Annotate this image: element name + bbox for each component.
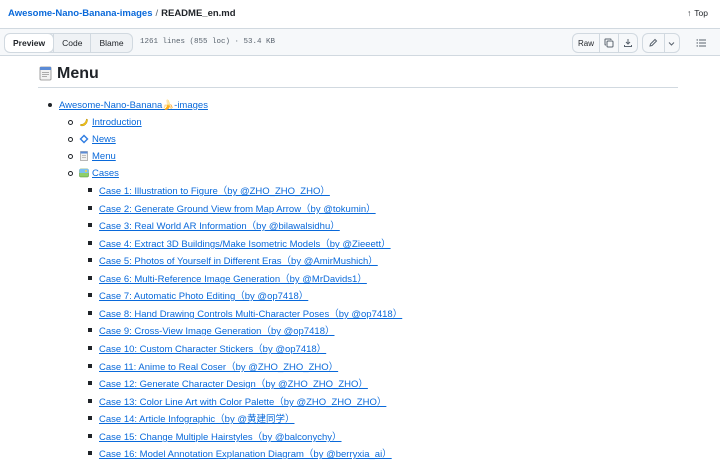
list-bullet xyxy=(68,154,73,159)
case-link[interactable]: Case 5: Photos of Yourself in Different … xyxy=(99,253,378,267)
toc-item-case[interactable]: Case 11: Anime to Real Coser（by @ZHO_ZHO… xyxy=(99,359,338,373)
toc-item-case[interactable]: Case 15: Change Multiple Hairstyles（by @… xyxy=(99,429,342,443)
breadcrumb-file: README_en.md xyxy=(161,8,236,19)
case-link[interactable]: Case 2: Generate Ground View from Map Ar… xyxy=(99,201,376,215)
list-bullet xyxy=(88,223,92,227)
toc-link[interactable]: Menu xyxy=(92,151,116,162)
tab-blame[interactable]: Blame xyxy=(90,34,131,52)
toc-link[interactable]: Cases xyxy=(92,168,119,179)
toc-item-case[interactable]: Case 7: Automatic Photo Editing（by @op74… xyxy=(99,288,308,302)
toc-item-cases[interactable]: Cases xyxy=(79,166,119,180)
outline-list-icon[interactable] xyxy=(696,38,706,48)
case-link[interactable]: Case 4: Extract 3D Buildings/Make Isomet… xyxy=(99,236,391,250)
breadcrumb-separator: / xyxy=(155,8,159,19)
toc-link[interactable]: Introduction xyxy=(92,117,142,128)
toc-item-case[interactable]: Case 2: Generate Ground View from Map Ar… xyxy=(99,201,376,215)
case-link[interactable]: Case 3: Real World AR Information（by @bi… xyxy=(99,218,340,232)
tab-preview[interactable]: Preview xyxy=(5,34,54,52)
edit-button[interactable] xyxy=(643,34,664,52)
toc-item-case[interactable]: Case 16: Model Annotation Explanation Di… xyxy=(99,446,392,460)
toc-item-case[interactable]: Case 14: Article Infographic（by @黄建同学） xyxy=(99,411,295,425)
list-bullet xyxy=(88,241,92,245)
diamond-icon xyxy=(79,134,89,144)
case-link[interactable]: Case 1: Illustration to Figure（by @ZHO_Z… xyxy=(99,183,330,197)
toc-item-case[interactable]: Case 4: Extract 3D Buildings/Make Isomet… xyxy=(99,236,391,250)
raw-button[interactable]: Raw xyxy=(573,34,599,52)
document-icon xyxy=(39,66,52,81)
chevron-down-icon xyxy=(669,41,675,46)
case-link[interactable]: Case 8: Hand Drawing Controls Multi-Char… xyxy=(99,306,402,320)
list-bullet xyxy=(88,206,92,210)
back-to-top-link[interactable]: ↑ Top xyxy=(687,8,708,18)
image-icon xyxy=(79,168,89,178)
list-bullet xyxy=(88,258,92,262)
list-bullet xyxy=(88,276,92,280)
case-link[interactable]: Case 7: Automatic Photo Editing（by @op74… xyxy=(99,288,308,302)
toc-root-link[interactable]: Awesome-Nano-Banana🍌-images xyxy=(59,100,208,111)
toc-item-case[interactable]: Case 6: Multi-Reference Image Generation… xyxy=(99,271,367,285)
case-link[interactable]: Case 13: Color Line Art with Color Palet… xyxy=(99,394,386,408)
toc-item-case[interactable]: Case 13: Color Line Art with Color Palet… xyxy=(99,394,386,408)
toc-item-case[interactable]: Case 8: Hand Drawing Controls Multi-Char… xyxy=(99,306,402,320)
case-link[interactable]: Case 14: Article Infographic（by @黄建同学） xyxy=(99,411,295,425)
list-bullet xyxy=(68,120,73,125)
arrow-up-icon: ↑ xyxy=(687,8,692,18)
edit-dropdown-button[interactable] xyxy=(663,34,679,52)
file-header: Awesome-Nano-Banana-images / README_en.md … xyxy=(0,0,720,28)
file-toolbar: Preview Code Blame 1261 lines (855 loc) … xyxy=(0,28,720,56)
readme-content: Menu xyxy=(38,62,678,88)
banana-icon xyxy=(80,118,88,127)
view-mode-switch: Preview Code Blame xyxy=(4,33,133,53)
case-link[interactable]: Case 11: Anime to Real Coser（by @ZHO_ZHO… xyxy=(99,359,338,373)
case-link[interactable]: Case 15: Change Multiple Hairstyles（by @… xyxy=(99,429,342,443)
download-icon xyxy=(624,39,632,47)
page-title: Menu xyxy=(57,64,99,82)
list-bullet xyxy=(88,346,92,350)
breadcrumb: Awesome-Nano-Banana-images / README_en.md xyxy=(8,8,236,19)
toc-root-item[interactable]: Awesome-Nano-Banana🍌-images xyxy=(59,98,208,112)
toc-link[interactable]: News xyxy=(92,134,116,145)
case-link[interactable]: Case 9: Cross-View Image Generation（by @… xyxy=(99,323,334,337)
list-bullet xyxy=(88,328,92,332)
raw-actions-group: Raw xyxy=(571,33,638,53)
list-bullet xyxy=(88,416,92,420)
toc-item-case[interactable]: Case 10: Custom Character Stickers（by @o… xyxy=(99,341,326,355)
file-info: 1261 lines (855 loc) · 53.4 KB xyxy=(140,38,276,46)
toc-item-menu[interactable]: Menu xyxy=(79,149,116,163)
list-bullet xyxy=(88,293,92,297)
copy-icon xyxy=(604,38,614,48)
pencil-icon xyxy=(649,38,658,47)
toc-item-case[interactable]: Case 5: Photos of Yourself in Different … xyxy=(99,253,378,267)
back-to-top-label: Top xyxy=(694,8,708,18)
menu-heading: Menu xyxy=(38,62,678,88)
case-link[interactable]: Case 12: Generate Character Design（by @Z… xyxy=(99,376,368,390)
toc-item-case[interactable]: Case 1: Illustration to Figure（by @ZHO_Z… xyxy=(99,183,330,197)
toc-item-introduction[interactable]: Introduction xyxy=(79,115,142,129)
case-link[interactable]: Case 16: Model Annotation Explanation Di… xyxy=(99,446,392,460)
list-bullet xyxy=(48,103,52,107)
list-bullet xyxy=(68,137,73,142)
toc-item-case[interactable]: Case 12: Generate Character Design（by @Z… xyxy=(99,376,368,390)
case-link[interactable]: Case 6: Multi-Reference Image Generation… xyxy=(99,271,367,285)
tab-code[interactable]: Code xyxy=(53,34,90,52)
list-bullet xyxy=(88,399,92,403)
download-button[interactable] xyxy=(618,34,637,52)
list-bullet xyxy=(88,311,92,315)
toc-item-news[interactable]: News xyxy=(79,132,116,146)
list-bullet xyxy=(88,364,92,368)
list-bullet xyxy=(88,451,92,455)
edit-group xyxy=(642,33,680,53)
toc-item-case[interactable]: Case 3: Real World AR Information（by @bi… xyxy=(99,218,340,232)
breadcrumb-repo-link[interactable]: Awesome-Nano-Banana-images xyxy=(8,8,152,19)
list-bullet xyxy=(88,188,92,192)
list-bullet xyxy=(88,381,92,385)
toc-item-case[interactable]: Case 9: Cross-View Image Generation（by @… xyxy=(99,323,334,337)
case-link[interactable]: Case 10: Custom Character Stickers（by @o… xyxy=(99,341,326,355)
copy-button[interactable] xyxy=(599,34,618,52)
list-bullet xyxy=(88,434,92,438)
document-icon xyxy=(80,151,88,161)
list-bullet xyxy=(68,171,73,176)
